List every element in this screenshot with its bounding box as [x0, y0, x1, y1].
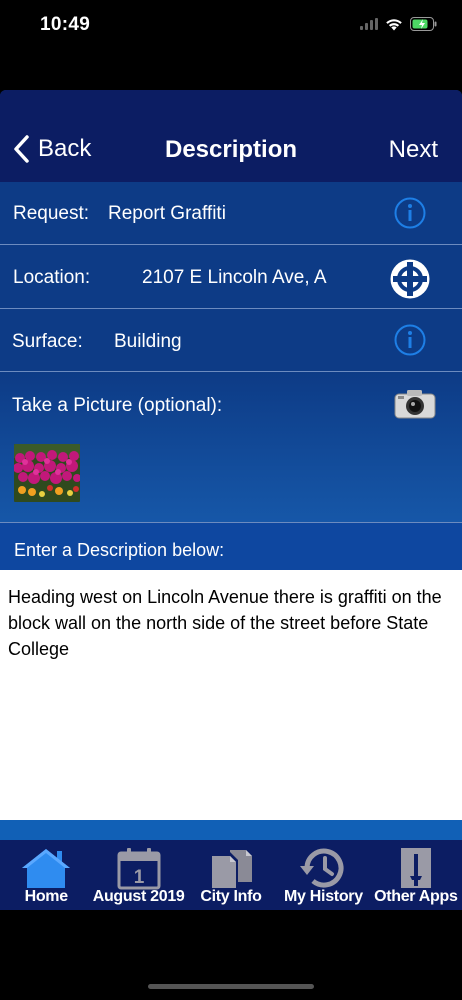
- documents-icon: [212, 850, 253, 888]
- status-time: 10:49: [40, 14, 91, 35]
- description-header: Enter a Description below:: [0, 523, 462, 570]
- tab-city-info-label: City Info: [200, 888, 262, 905]
- status-bar: 10:49: [0, 0, 462, 50]
- location-label: Location:: [13, 267, 91, 288]
- tab-my-history[interactable]: My History: [277, 840, 369, 910]
- surface-value: Building: [114, 331, 182, 352]
- calendar-day: 1: [133, 867, 144, 888]
- next-button[interactable]: Next: [389, 136, 438, 164]
- tab-city-info[interactable]: City Info: [185, 840, 277, 910]
- location-row[interactable]: Location: 2107 E Lincoln Ave, A: [0, 245, 462, 309]
- tab-home-label: Home: [24, 888, 69, 905]
- navigation-bar: Back Description Next: [0, 90, 462, 182]
- picture-thumbnail[interactable]: [14, 444, 80, 502]
- tab-other-apps[interactable]: Other Apps: [370, 840, 462, 910]
- request-value: Report Graffiti: [108, 203, 226, 224]
- tab-home[interactable]: Home: [0, 840, 92, 910]
- surface-row[interactable]: Surface: Building: [0, 309, 462, 372]
- calendar-icon: 1: [117, 848, 161, 890]
- history-icon: [300, 848, 344, 888]
- location-crosshair-icon[interactable]: [389, 258, 431, 300]
- request-row[interactable]: Request: Report Graffiti: [0, 182, 462, 245]
- status-icons: [360, 16, 438, 32]
- camera-icon[interactable]: [394, 388, 436, 420]
- tab-my-history-label: My History: [284, 888, 363, 905]
- signal-icon: [360, 18, 378, 30]
- description-textarea[interactable]: Heading west on Lincoln Avenue there is …: [0, 570, 462, 820]
- request-label: Request:: [13, 203, 90, 224]
- info-icon[interactable]: [394, 324, 426, 356]
- battery-charging-icon: [410, 17, 437, 31]
- home-indicator[interactable]: [148, 984, 314, 989]
- wifi-icon: [386, 18, 402, 30]
- app-window: Back Description Next Request: Report Gr…: [0, 90, 462, 910]
- tab-bar: Home 1 August 2019 City Info My History …: [0, 840, 462, 910]
- picture-row: Take a Picture (optional):: [0, 372, 462, 523]
- info-icon[interactable]: [394, 197, 426, 229]
- description-header-label: Enter a Description below:: [14, 540, 225, 560]
- other-apps-icon: [400, 848, 431, 888]
- tab-other-apps-label: Other Apps: [374, 888, 458, 905]
- location-value: 2107 E Lincoln Ave, A: [142, 267, 327, 288]
- surface-label: Surface:: [12, 331, 83, 352]
- home-icon: [22, 849, 71, 888]
- flowers-photo: [14, 444, 80, 502]
- tab-calendar[interactable]: 1 August 2019: [92, 840, 185, 910]
- tab-calendar-label: August 2019: [92, 888, 185, 905]
- picture-label: Take a Picture (optional):: [12, 395, 223, 416]
- divider-strip: [0, 820, 462, 840]
